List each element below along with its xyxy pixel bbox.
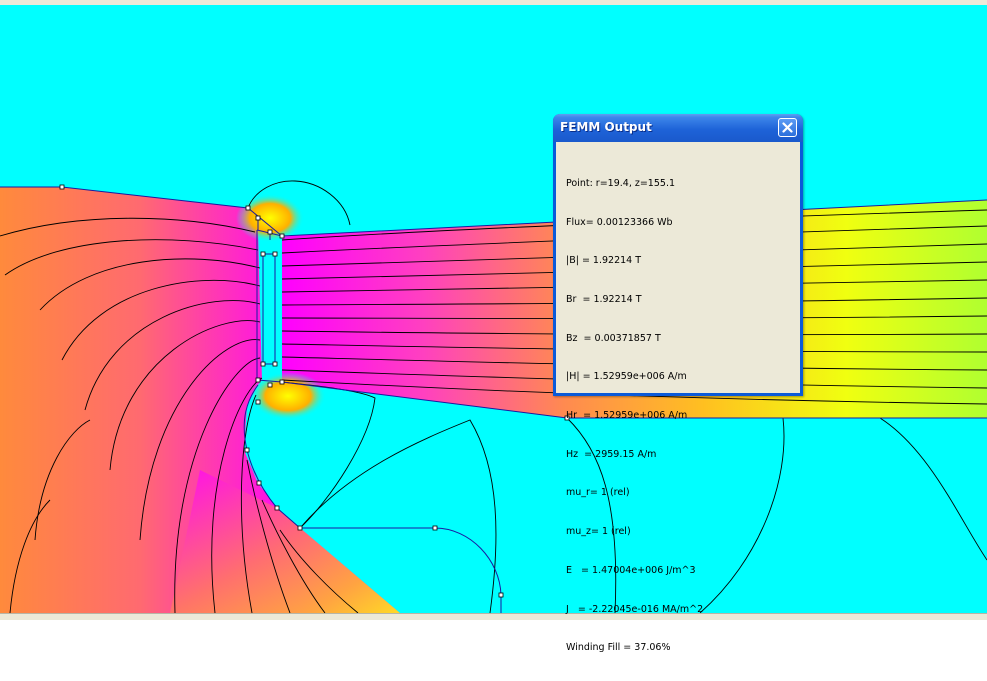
readout-line-winding-fill: Winding Fill = 37.06% (566, 642, 671, 654)
femm-output-body: Point: r=19.4, z=155.1 Flux= 0.00123366 … (556, 142, 800, 653)
readout-line-mu-z: mu_z= 1 (rel) (566, 526, 631, 538)
close-icon (782, 122, 793, 133)
readout-line-hr: Hr = 1.52959e+006 A/m (566, 410, 688, 422)
readout-line-mu-r: mu_r= 1 (rel) (566, 487, 630, 499)
readout-line-energy: E = 1.47004e+006 J/m^3 (566, 564, 696, 576)
readout-line-bz: Bz = 0.00371857 T (566, 332, 661, 344)
readout-line-br: Br = 1.92214 T (566, 293, 642, 305)
readout-line-b-magnitude: |B| = 1.92214 T (566, 255, 642, 267)
readout-line-hz: Hz = 2959.15 A/m (566, 448, 657, 460)
gap-hotspot-bottom (250, 372, 326, 420)
femm-output-title: FEMM Output (560, 120, 652, 134)
point-readout: Point: r=19.4, z=155.1 Flux= 0.00123366 … (566, 152, 703, 681)
readout-line-point: Point: r=19.4, z=155.1 (566, 177, 676, 189)
close-button[interactable] (778, 118, 797, 137)
readout-line-flux: Flux= 0.00123366 Wb (566, 216, 673, 228)
femm-output-titlebar[interactable]: FEMM Output (553, 114, 803, 142)
field-plot-canvas[interactable] (0, 5, 987, 613)
readout-line-h-magnitude: |H| = 1.52959e+006 A/m (566, 371, 687, 383)
femm-output-window: FEMM Output Point: r=19.4, z=155.1 Flux=… (553, 114, 803, 653)
readout-line-current-density: J = -2.22045e-016 MA/m^2 (566, 603, 704, 615)
